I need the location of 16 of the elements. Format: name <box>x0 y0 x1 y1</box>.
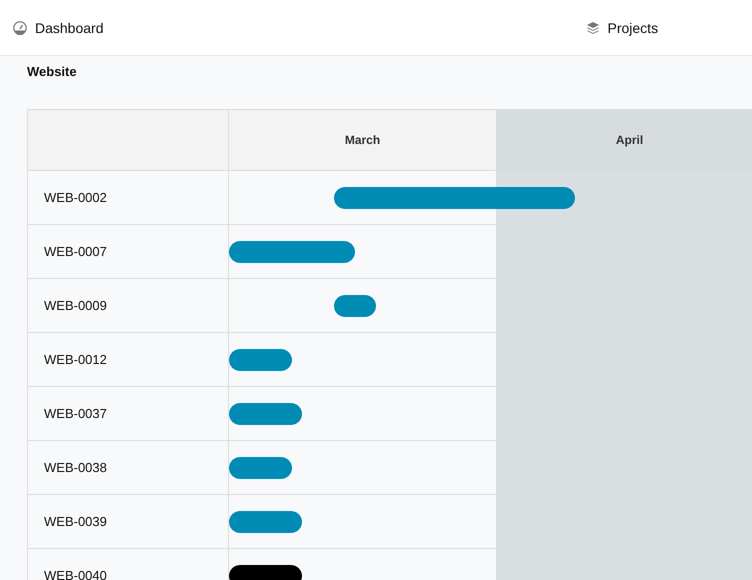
task-id: WEB-0037 <box>28 387 228 441</box>
task-id: WEB-0039 <box>28 495 228 549</box>
task-id: WEB-0012 <box>28 333 228 387</box>
layers-icon <box>586 20 600 34</box>
gauge-icon <box>13 20 27 34</box>
task-id: WEB-0038 <box>28 441 228 495</box>
project-title: Website <box>27 64 78 81</box>
task-id: WEB-0009 <box>28 279 228 333</box>
nav-link[interactable]: Dashboard <box>13 20 104 36</box>
task-id: WEB-0040 <box>28 549 228 580</box>
nav-link[interactable]: Projects <box>586 20 658 36</box>
task-id: WEB-0007 <box>28 225 228 279</box>
month-header: April <box>496 110 752 171</box>
month-header: March <box>229 110 496 171</box>
task-id: WEB-0002 <box>28 171 228 225</box>
task-bar[interactable] <box>229 565 302 580</box>
